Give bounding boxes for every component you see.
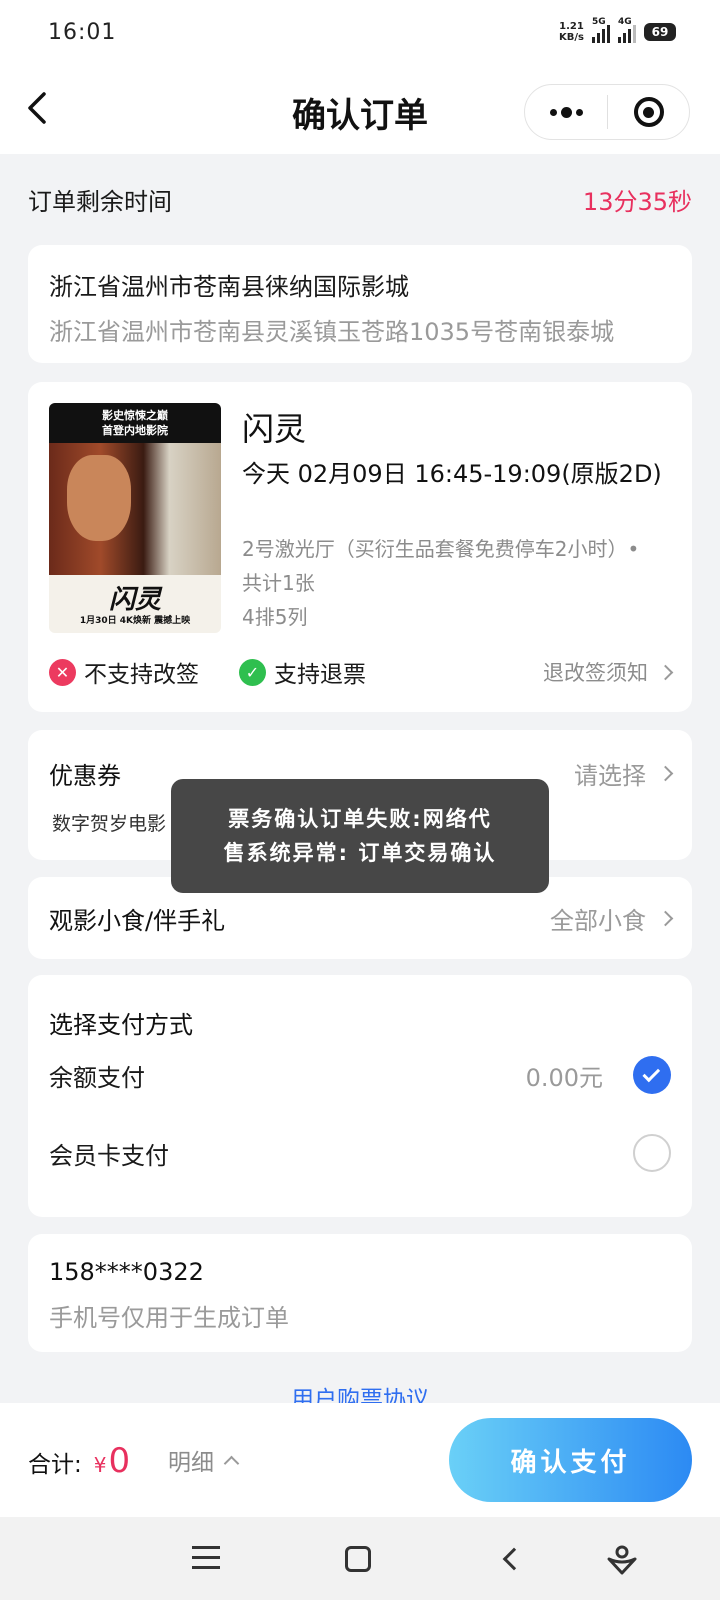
balance-pay-option[interactable]: 余额支付 0.00元 — [49, 1055, 671, 1095]
movie-card: 影史惊悚之巅 首登内地影院 闪灵 1月30日 4K焕新 震撼上映 闪灵 今天 0… — [28, 382, 692, 712]
poster-tagline-line2: 首登内地影院 — [102, 424, 168, 437]
price-detail-label: 明细 — [168, 1450, 214, 1476]
refund-policy: ✓ 支持退票 — [239, 655, 366, 689]
coupon-select[interactable]: 请选择 — [574, 756, 674, 791]
battery-level: 69 — [651, 25, 669, 39]
hall-info: 2号激光厅（买衍生品套餐免费停车2小时）• 共计1张 4排5列 — [242, 532, 682, 634]
status-time: 16:01 — [48, 19, 117, 45]
refund-policy-row: ✕ 不支持改签 ✓ 支持退票 退改签须知 — [49, 654, 674, 690]
currency-symbol: ¥ — [93, 1453, 107, 1477]
status-icons: 1.21 KB/s 5G 4G 69 — [559, 17, 676, 43]
payment-card: 选择支付方式 余额支付 0.00元 会员卡支付 — [28, 975, 692, 1217]
radio-checked-icon[interactable] — [633, 1056, 671, 1094]
chevron-up-icon — [223, 1455, 240, 1471]
cinema-address: 浙江省温州市苍南县灵溪镇玉苍路1035号苍南银泰城 — [49, 318, 615, 346]
poster-release-date: 1月30日 4K焕新 震撼上映 — [79, 616, 191, 626]
cinema-name: 浙江省温州市苍南县徕纳国际影城 — [49, 273, 409, 301]
timer-label: 订单剩余时间 — [28, 188, 172, 216]
hall-name: 2号激光厅（买衍生品套餐免费停车2小时）• — [242, 537, 640, 561]
poster-tagline-line1: 影史惊悚之巅 — [102, 409, 168, 422]
assistant-glyph — [607, 1545, 637, 1575]
net-speed-unit: KB/s — [559, 32, 584, 43]
chevron-right-icon — [657, 664, 674, 680]
error-toast: 票务确认订单失败:网络代 售系统异常: 订单交易确认 — [171, 779, 549, 893]
check-circle-icon: ✓ — [239, 658, 266, 686]
phone-number: 158****0322 — [49, 1258, 204, 1286]
snack-all-label: 全部小食 — [550, 906, 646, 935]
total-amount: 0 — [108, 1441, 131, 1481]
user-agreement-link[interactable]: 用户购票协议 — [0, 1380, 720, 1404]
phone-card: 158****0322 手机号仅用于生成订单 — [28, 1234, 692, 1352]
payment-heading: 选择支付方式 — [49, 1011, 193, 1039]
snack-label: 观影小食/伴手礼 — [49, 906, 226, 935]
order-timer: 订单剩余时间 13分35秒 — [28, 182, 692, 217]
net-speed-value: 1.21 — [559, 21, 584, 32]
chevron-right-icon — [657, 910, 674, 926]
net-speed: 1.21 KB/s — [559, 21, 584, 43]
nav-bar: 确认订单 — [0, 64, 720, 154]
snack-all-link[interactable]: 全部小食 — [550, 901, 674, 936]
movie-title: 闪灵 — [242, 410, 307, 448]
poster-title: 闪灵 — [108, 585, 161, 615]
more-button[interactable] — [525, 85, 607, 139]
miniprogram-capsule — [524, 84, 690, 140]
phone-hint: 手机号仅用于生成订单 — [49, 1304, 289, 1332]
home-icon[interactable] — [338, 1539, 378, 1579]
sim1-label: 5G — [592, 17, 606, 27]
battery-icon: 69 — [644, 23, 676, 41]
assistant-icon[interactable] — [602, 1539, 642, 1579]
balance-amount: 0.00元 — [525, 1063, 603, 1092]
seat-info: 4排5列 — [242, 605, 308, 629]
back-icon[interactable] — [492, 1539, 532, 1579]
signal-4g-icon: 4G — [618, 17, 636, 43]
target-close-icon — [633, 97, 664, 127]
toast-line1: 票务确认订单失败:网络代 — [228, 807, 492, 831]
menu-icon[interactable] — [186, 1539, 226, 1579]
balance-pay-label: 余额支付 — [49, 1063, 145, 1092]
poster-face — [67, 455, 131, 541]
close-miniprogram-button[interactable] — [608, 85, 689, 139]
cinema-card: 浙江省温州市苍南县徕纳国际影城 浙江省温州市苍南县灵溪镇玉苍路1035号苍南银泰… — [28, 245, 692, 363]
no-change-policy: ✕ 不支持改签 — [49, 655, 199, 689]
timer-value: 13分35秒 — [582, 188, 692, 216]
system-nav-bar — [0, 1517, 720, 1600]
member-card-pay-label: 会员卡支付 — [49, 1141, 169, 1170]
showtime: 今天 02月09日 16:45-19:09(原版2D) — [242, 460, 662, 488]
movie-poster: 影史惊悚之巅 首登内地影院 闪灵 1月30日 4K焕新 震撼上映 — [49, 403, 221, 633]
no-change-label: 不支持改签 — [84, 662, 199, 688]
chevron-right-icon — [657, 765, 674, 782]
total-label: 合计: — [28, 1452, 82, 1478]
refund-notice-link[interactable]: 退改签须知 — [543, 657, 674, 687]
signal-5g-icon: 5G — [592, 17, 610, 43]
ticket-count: 共计1张 — [242, 571, 315, 595]
coupon-select-label: 请选择 — [574, 762, 646, 790]
refund-label: 支持退票 — [274, 662, 366, 688]
cross-circle-icon: ✕ — [49, 658, 76, 686]
sim2-label: 4G — [618, 17, 632, 27]
confirm-pay-button[interactable]: 确认支付 — [449, 1418, 692, 1502]
price-detail-toggle[interactable]: 明细 — [168, 1443, 240, 1477]
checkout-bar: 合计: ¥ 0 明细 确认支付 — [0, 1403, 720, 1517]
member-card-pay-option[interactable]: 会员卡支付 — [49, 1133, 671, 1173]
poster-tagline: 影史惊悚之巅 首登内地影院 — [49, 403, 221, 443]
toast-line2: 售系统异常: 订单交易确认 — [223, 841, 497, 865]
coupon-label: 优惠券 — [49, 762, 121, 790]
order-total: 合计: ¥ 0 — [28, 1441, 130, 1481]
refund-notice-label: 退改签须知 — [543, 661, 648, 685]
status-bar: 16:01 1.21 KB/s 5G 4G 69 — [0, 0, 720, 64]
radio-unchecked-icon[interactable] — [633, 1134, 671, 1172]
